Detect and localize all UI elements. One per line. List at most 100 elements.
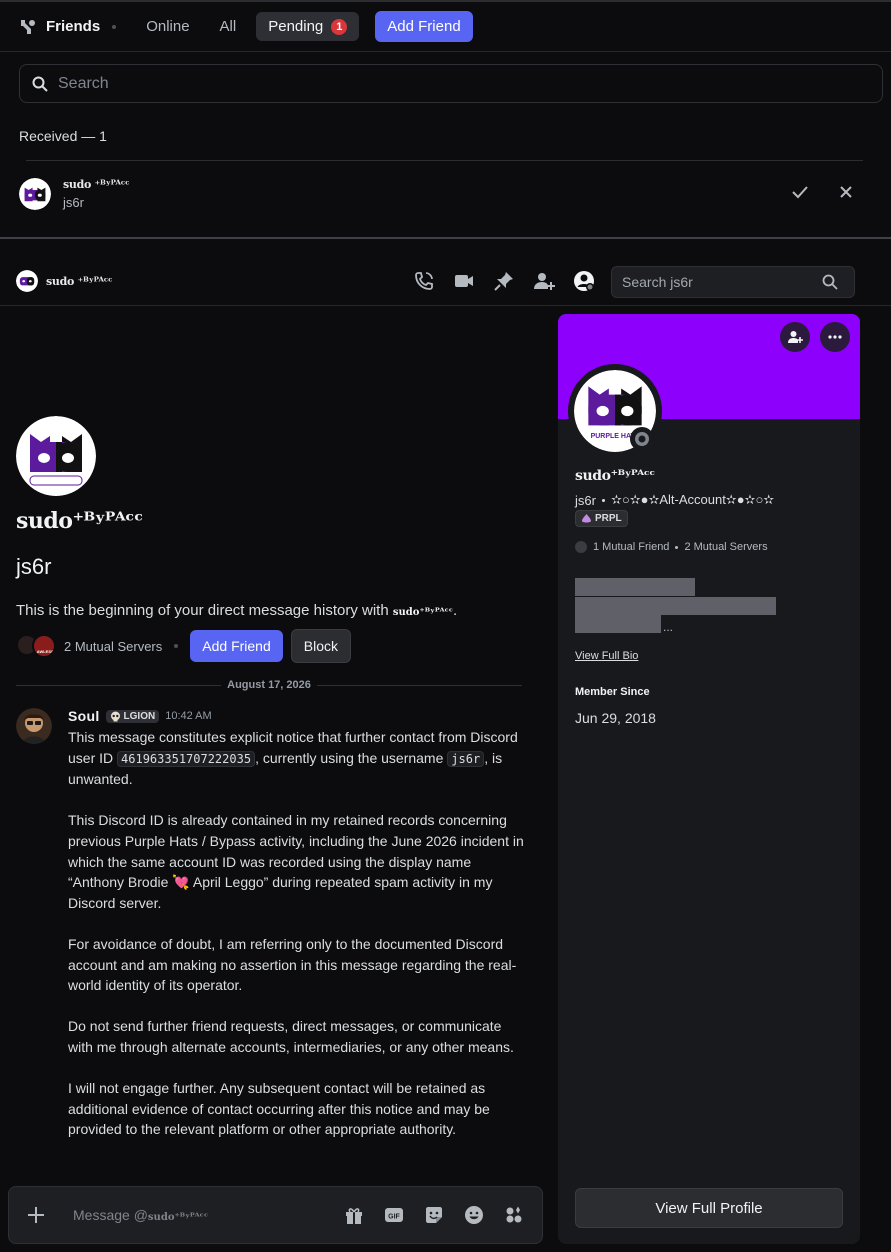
profile-custom-status: ✫○✫●✫Alt-Account✫●✫○✫ [610, 492, 775, 507]
server-tag[interactable]: PRPL [575, 510, 628, 527]
redacted-bio-line [575, 597, 776, 615]
dm-header-user[interactable]: sudo ⁺ᴮʸᴾᴬᶜᶜ [16, 270, 113, 292]
server-icon: LAWLESS [32, 634, 56, 658]
search-icon [32, 76, 48, 92]
message-placeholder-name: sudo⁺ᴮʸᴾᴬᶜᶜ [147, 1212, 209, 1223]
redacted-bio-line [575, 578, 695, 596]
view-full-profile-button[interactable]: View Full Profile [575, 1188, 843, 1228]
mutual-server-icons[interactable]: LAWLESS [16, 634, 56, 658]
gift-icon[interactable] [343, 1204, 365, 1226]
mutual-avatar-icon [575, 541, 587, 553]
message-author[interactable]: Soul [68, 708, 100, 724]
voice-call-icon[interactable] [413, 270, 435, 292]
user-profile-icon[interactable] [573, 270, 595, 292]
profile-subline: js6r ✫○✫●✫Alt-Account✫●✫○✫ [575, 492, 774, 508]
mutual-friends-link[interactable]: 1 Mutual Friend [593, 541, 669, 553]
message-paragraph: Do not send further friend requests, dir… [68, 1018, 514, 1055]
message-placeholder: Message @ [73, 1207, 148, 1223]
message-body: This message constitutes explicit notice… [68, 727, 528, 1160]
heart-emoji: 💘 [172, 874, 190, 891]
ignore-close-icon[interactable] [836, 182, 856, 202]
profile-mutuals: 1 Mutual Friend 2 Mutual Servers [575, 541, 768, 553]
divider [26, 160, 863, 161]
header-divider-dot [112, 24, 117, 29]
server-tag[interactable]: LGION [105, 709, 160, 723]
add-friend-button[interactable]: Add Friend [190, 630, 283, 662]
chat-area: sudo⁺ᴮʸᴾᴬᶜᶜ js6r This is the beginning o… [0, 306, 556, 1252]
profile-more-button[interactable] [820, 322, 850, 352]
block-button[interactable]: Block [290, 629, 351, 663]
gif-icon[interactable]: GIF [383, 1204, 405, 1226]
mutual-row: LAWLESS 2 Mutual Servers Add Friend Bloc… [16, 629, 351, 663]
date-separator-label: August 17, 2026 [227, 679, 311, 691]
dm-header: sudo ⁺ᴮʸᴾᴬᶜᶜ [0, 258, 891, 306]
message-header: Soul LGION 10:42 AM [68, 706, 212, 726]
add-friend-icon [787, 329, 803, 345]
tab-all[interactable]: All [210, 12, 247, 41]
date-separator: August 17, 2026 [16, 676, 523, 694]
svg-text:GIF: GIF [388, 1214, 400, 1221]
sticker-icon[interactable] [423, 1204, 445, 1226]
avatar[interactable] [16, 708, 52, 744]
divider-dot [174, 644, 179, 648]
server-tag-label: LGION [123, 710, 156, 722]
avatar[interactable] [16, 416, 96, 496]
divider [316, 684, 523, 686]
friends-search-box[interactable] [19, 64, 883, 103]
more-icon [827, 329, 843, 345]
accept-check-icon[interactable] [790, 182, 810, 202]
dm-search-input[interactable] [622, 274, 822, 290]
pin-icon[interactable] [493, 270, 515, 292]
received-section-title: Received — 1 [19, 128, 107, 144]
dm-intro-username: js6r [16, 554, 52, 579]
message-composer[interactable]: Message @sudo⁺ᴮʸᴾᴬᶜᶜ GIF [8, 1186, 543, 1244]
friends-icon [18, 17, 38, 37]
search-icon [822, 274, 838, 290]
add-friend-icon[interactable] [533, 270, 555, 292]
add-friend-tab-button[interactable]: Add Friend [375, 11, 473, 42]
message-paragraph: I will not engage further. Any subsequen… [68, 1080, 490, 1138]
video-call-icon[interactable] [453, 270, 475, 292]
friends-header: Friends Online All Pending 1 Add Friend [0, 0, 891, 52]
dm-intro-text: This is the beginning of your direct mes… [16, 602, 457, 619]
blob-icon [581, 513, 592, 524]
message-input[interactable]: Message @sudo⁺ᴮʸᴾᴬᶜᶜ [73, 1207, 208, 1223]
message-paragraph: This message constitutes explicit notice… [68, 727, 528, 790]
friends-search-input[interactable] [58, 74, 838, 93]
member-since-date: Jun 29, 2018 [575, 710, 656, 726]
divider [16, 684, 222, 686]
avatar [19, 178, 51, 210]
message-paragraph: For avoidance of doubt, I am referring o… [68, 935, 517, 994]
mutual-servers-link[interactable]: 2 Mutual Servers [64, 639, 162, 654]
profile-username[interactable]: js6r [575, 493, 596, 508]
server-tag-label: PRPL [595, 513, 622, 524]
divider-dot [675, 545, 679, 549]
message-timestamp: 10:42 AM [165, 710, 212, 722]
request-display-name: sudo ⁺ᴮʸᴾᴬᶜᶜ [63, 178, 130, 191]
offline-status-icon [630, 427, 654, 451]
friends-title[interactable]: Friends [18, 17, 100, 37]
profile-add-friend-button[interactable] [780, 322, 810, 352]
skull-icon [110, 711, 121, 722]
avatar [16, 270, 38, 292]
emoji-icon[interactable] [463, 1204, 485, 1226]
member-since-title: Member Since [575, 686, 650, 698]
panel-divider [0, 237, 891, 239]
message-text: , currently using the username [255, 749, 448, 766]
tab-pending[interactable]: Pending 1 [256, 12, 360, 41]
view-full-bio-link[interactable]: View Full Bio [575, 650, 638, 662]
apps-icon[interactable] [503, 1204, 525, 1226]
username-code: js6r [447, 750, 485, 767]
bio-ellipsis: ... [663, 620, 674, 634]
server-icon-label: LAWLESS [34, 649, 54, 654]
friend-request-row[interactable]: sudo ⁺ᴮʸᴾᴬᶜᶜ js6r [19, 170, 864, 218]
tab-pending-label: Pending [268, 18, 324, 35]
dm-search-box[interactable] [611, 266, 855, 298]
mutual-servers-link[interactable]: 2 Mutual Servers [684, 541, 767, 553]
dm-intro-prefix: This is the beginning of your direct mes… [16, 602, 393, 619]
request-username: js6r [63, 195, 84, 210]
plus-icon[interactable] [25, 1204, 47, 1226]
tab-online[interactable]: Online [136, 12, 199, 41]
dm-intro-display-name: sudo⁺ᴮʸᴾᴬᶜᶜ [16, 508, 143, 534]
profile-display-name: sudo⁺ᴮʸᴾᴬᶜᶜ [575, 468, 655, 484]
